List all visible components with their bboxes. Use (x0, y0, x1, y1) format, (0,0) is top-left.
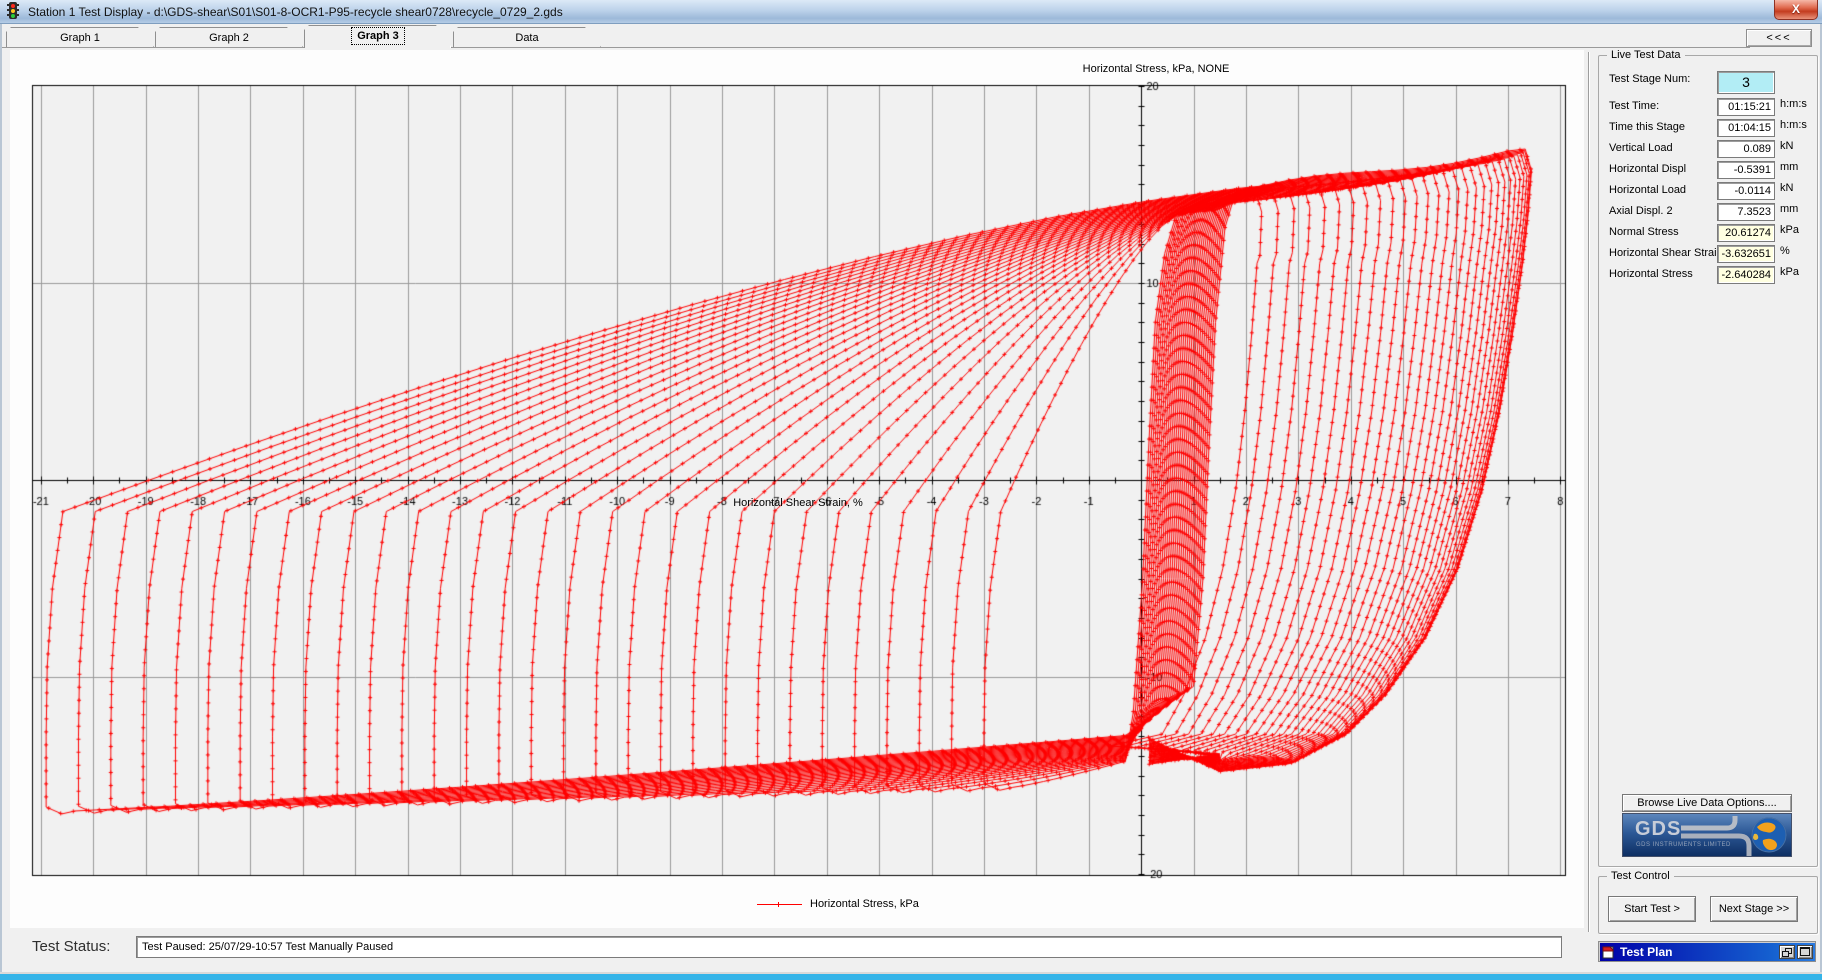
tab-label: Graph 3 (353, 29, 403, 43)
live-row-label: Test Time: (1609, 100, 1659, 112)
live-row-label: Horizontal Displ (1609, 163, 1686, 175)
live-row: Axial Displ. 2 7.3523 mm (1599, 203, 1817, 223)
live-value-field: 20.61274 (1717, 224, 1775, 242)
chart-panel: Horizontal Stress, kPa, NONE Horizontal … (10, 50, 1584, 928)
title-bar: Station 1 Test Display - d:\GDS-shear\S0… (0, 0, 1822, 24)
live-row-label: Horizontal Shear Strain (1609, 247, 1723, 259)
live-row-label: Time this Stage (1609, 121, 1685, 133)
live-row-label: Axial Displ. 2 (1609, 205, 1673, 217)
browse-live-data-options-button[interactable]: Browse Live Data Options.... (1622, 794, 1792, 812)
tab-graph-1[interactable]: Graph 1 (6, 27, 154, 47)
chart-canvas (10, 50, 1584, 928)
traffic-light-icon (6, 2, 20, 21)
panel-divider (1588, 52, 1590, 932)
live-row-unit: kN (1780, 140, 1793, 152)
tab-graph-2[interactable]: Graph 2 (155, 27, 303, 47)
live-row: Horizontal Stress -2.640284 kPa (1599, 266, 1817, 286)
tab-label: Data (515, 32, 538, 44)
live-row-unit: h:m:s (1780, 98, 1807, 110)
legend-label: Horizontal Stress, kPa (810, 898, 919, 910)
live-row-label: Vertical Load (1609, 142, 1673, 154)
live-row: Horizontal Displ -0.5391 mm (1599, 161, 1817, 181)
gds-logo-text: GDS (1635, 818, 1681, 840)
gds-logo-subtext: GDS INSTRUMENTS LIMITED (1636, 842, 1731, 848)
live-row: Time this Stage 01:04:15 h:m:s (1599, 119, 1817, 139)
window-left-edge (0, 24, 2, 972)
live-value-field: 0.089 (1717, 140, 1775, 158)
live-row-unit: mm (1780, 203, 1798, 215)
live-row: Test Time: 01:15:21 h:m:s (1599, 98, 1817, 118)
live-row-unit: h:m:s (1780, 119, 1807, 131)
chart-title: Horizontal Stress, kPa, NONE (1083, 63, 1230, 75)
live-row-label: Test Stage Num: (1609, 73, 1690, 85)
live-value-field: 01:15:21 (1717, 98, 1775, 116)
live-row-unit: kN (1780, 182, 1793, 194)
close-icon: X (1792, 2, 1800, 16)
legend-line-sample (757, 904, 802, 905)
live-value-field: 7.3523 (1717, 203, 1775, 221)
live-value-field: -0.0114 (1717, 182, 1775, 200)
live-row-label: Horizontal Stress (1609, 268, 1693, 280)
next-stage-button[interactable]: Next Stage >> (1710, 896, 1798, 922)
start-test-button[interactable]: Start Test > (1608, 896, 1696, 922)
tab-graph-3[interactable]: Graph 3 (304, 25, 452, 48)
live-test-data-title: Live Test Data (1607, 49, 1685, 61)
live-row-label: Horizontal Load (1609, 184, 1686, 196)
test-status-label: Test Status: (32, 938, 110, 955)
live-row-unit: mm (1780, 161, 1798, 173)
live-value-field: -2.640284 (1717, 266, 1775, 284)
live-row-label: Normal Stress (1609, 226, 1679, 238)
gds-logo: GDS GDS INSTRUMENTS LIMITED (1622, 813, 1792, 857)
close-button[interactable]: X (1774, 0, 1818, 20)
live-test-data-group: Live Test Data Test Stage Num:3Test Time… (1598, 55, 1818, 867)
live-row: Test Stage Num: 3 (1599, 71, 1817, 96)
live-value-field: -0.5391 (1717, 161, 1775, 179)
tab-data[interactable]: Data (453, 27, 601, 47)
live-row-unit: % (1780, 245, 1790, 257)
tab-label: Graph 2 (209, 32, 249, 44)
tab-baseline (0, 47, 1750, 48)
window-bottom-edge (0, 972, 1822, 980)
live-row: Vertical Load 0.089 kN (1599, 140, 1817, 160)
tab-bar: Graph 1 Graph 2 Graph 3 Data <<< (0, 24, 1822, 48)
live-row-unit: kPa (1780, 266, 1799, 278)
live-row-unit: kPa (1780, 224, 1799, 236)
status-bar: Test Status: Test Paused: 25/07/29-10:57… (0, 932, 1822, 962)
live-row: Normal Stress 20.61274 kPa (1599, 224, 1817, 244)
collapse-panel-button[interactable]: <<< (1746, 29, 1812, 47)
test-control-title: Test Control (1607, 870, 1674, 882)
window-title: Station 1 Test Display - d:\GDS-shear\S0… (28, 5, 563, 19)
chart-legend: Horizontal Stress, kPa (757, 898, 919, 910)
live-value-field: -3.632651 (1717, 245, 1775, 263)
test-status-field: Test Paused: 25/07/29-10:57 Test Manuall… (136, 936, 1562, 958)
live-row: Horizontal Shear Strain-3.632651% (1599, 245, 1817, 265)
live-row: Horizontal Load -0.0114 kN (1599, 182, 1817, 202)
tab-label: Graph 1 (60, 32, 100, 44)
live-value-field: 3 (1717, 71, 1775, 94)
live-value-field: 01:04:15 (1717, 119, 1775, 137)
